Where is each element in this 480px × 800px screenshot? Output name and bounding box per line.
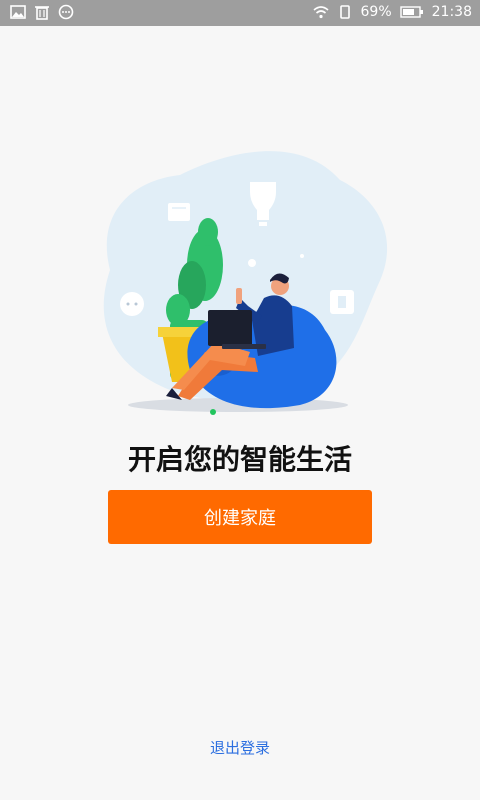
page-indicator-dot <box>210 409 216 415</box>
message-icon <box>58 4 74 20</box>
sim-icon <box>339 5 350 19</box>
switch-icon <box>168 203 190 221</box>
status-time: 21:38 <box>431 4 472 20</box>
status-right: 69% 21:38 <box>312 4 472 20</box>
status-left <box>10 4 74 20</box>
battery-percent: 69% <box>360 4 392 20</box>
trash-icon <box>35 6 49 20</box>
wifi-icon <box>312 6 329 19</box>
socket-icon <box>120 292 144 316</box>
smart-home-illustration <box>103 151 388 412</box>
page-title: 开启您的智能生活 <box>127 443 352 476</box>
image-icon <box>10 5 26 19</box>
status-bar: 69% 21:38 <box>0 0 480 26</box>
create-home-button[interactable]: 创建家庭 <box>108 490 372 544</box>
logout-link[interactable]: 退出登录 <box>0 737 480 758</box>
battery-icon <box>399 6 423 18</box>
